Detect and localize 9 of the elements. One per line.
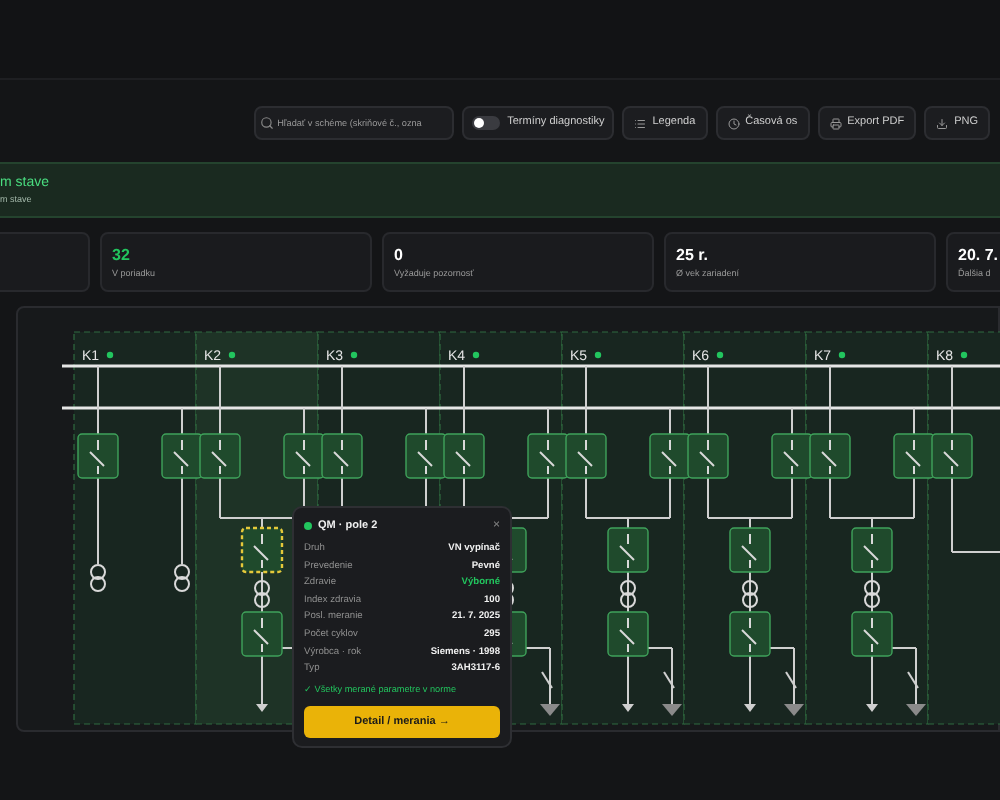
stat-value: 25 r.: [676, 244, 711, 266]
stat-value: 0: [394, 244, 405, 266]
printer-icon: [829, 117, 842, 129]
list-icon: [634, 117, 647, 129]
download-icon: [936, 117, 949, 129]
stat-value: 32: [112, 244, 132, 266]
clock-icon: [727, 117, 740, 129]
stat-value: 20. 7.: [958, 244, 1000, 266]
search-icon: [259, 116, 274, 130]
